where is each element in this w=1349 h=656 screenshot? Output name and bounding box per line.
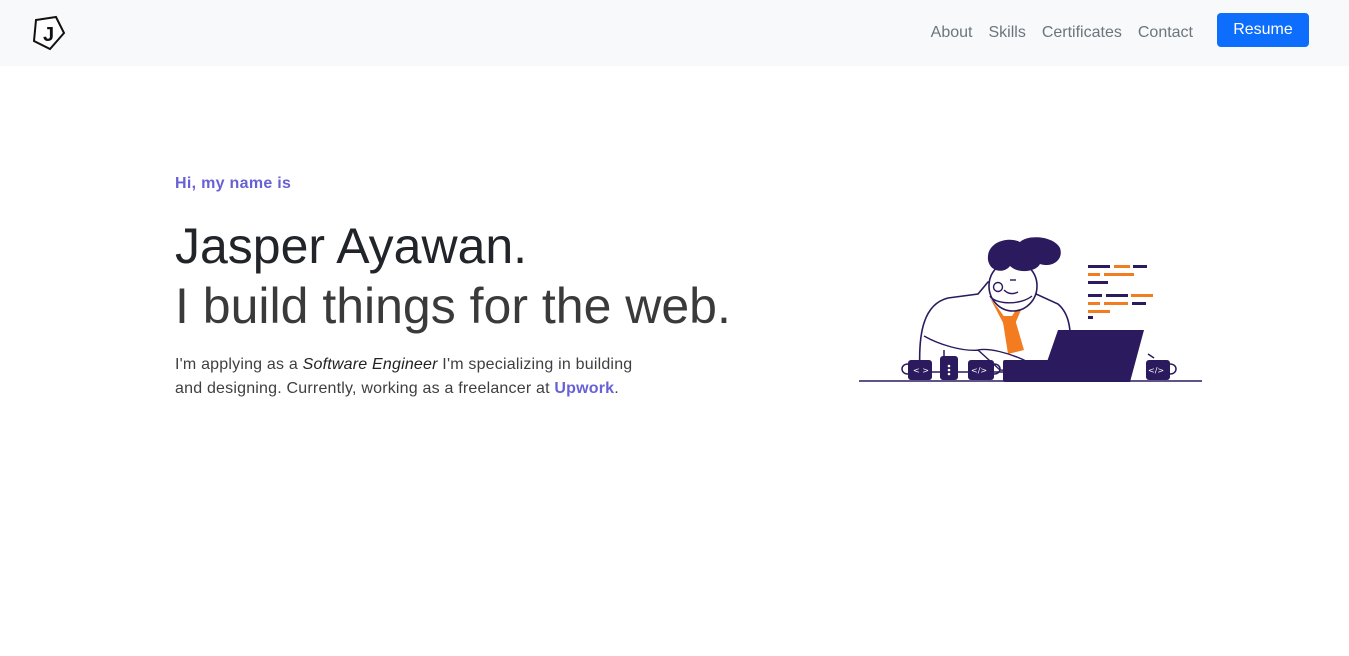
developer-figure: [918, 237, 1072, 373]
code-lines-icon: [1088, 265, 1153, 319]
resume-button[interactable]: Resume: [1217, 13, 1309, 47]
nav-link-about[interactable]: About: [931, 21, 973, 45]
logo-letter: J: [43, 24, 54, 46]
upwork-link[interactable]: Upwork: [554, 380, 614, 397]
nav-links: About Skills Certificates Contact: [931, 0, 1193, 66]
headline: Jasper Ayawan. I build things for the we…: [175, 216, 775, 336]
intro-end: .: [614, 380, 619, 397]
nav-link-certificates[interactable]: Certificates: [1042, 21, 1122, 45]
intro-role: Software Engineer: [302, 356, 438, 373]
nav-link-contact[interactable]: Contact: [1138, 21, 1193, 45]
nav-link-skills[interactable]: Skills: [988, 21, 1025, 45]
intro-before: I'm applying as a: [175, 356, 303, 373]
logo-icon[interactable]: J: [30, 15, 66, 51]
navbar: J About Skills Certificates Contact Resu…: [0, 0, 1349, 66]
greeting: Hi, my name is: [175, 175, 292, 192]
mug-label-1: < >: [913, 366, 929, 375]
code-mug-right-icon: </>: [1146, 353, 1177, 380]
hero-section: Hi, my name is Jasper Ayawan. I build th…: [175, 170, 775, 401]
hero-tagline: I build things for the web.: [175, 278, 731, 334]
mug-label-2: </>: [971, 366, 987, 375]
mug-label-3: </>: [1148, 366, 1164, 375]
developer-illustration: < > </> </>: [859, 237, 1202, 382]
hero-name: Jasper Ayawan.: [175, 218, 528, 274]
intro-paragraph: I'm applying as a Software Engineer I'm …: [175, 353, 645, 401]
coffee-mug-icon: < >: [901, 360, 932, 380]
